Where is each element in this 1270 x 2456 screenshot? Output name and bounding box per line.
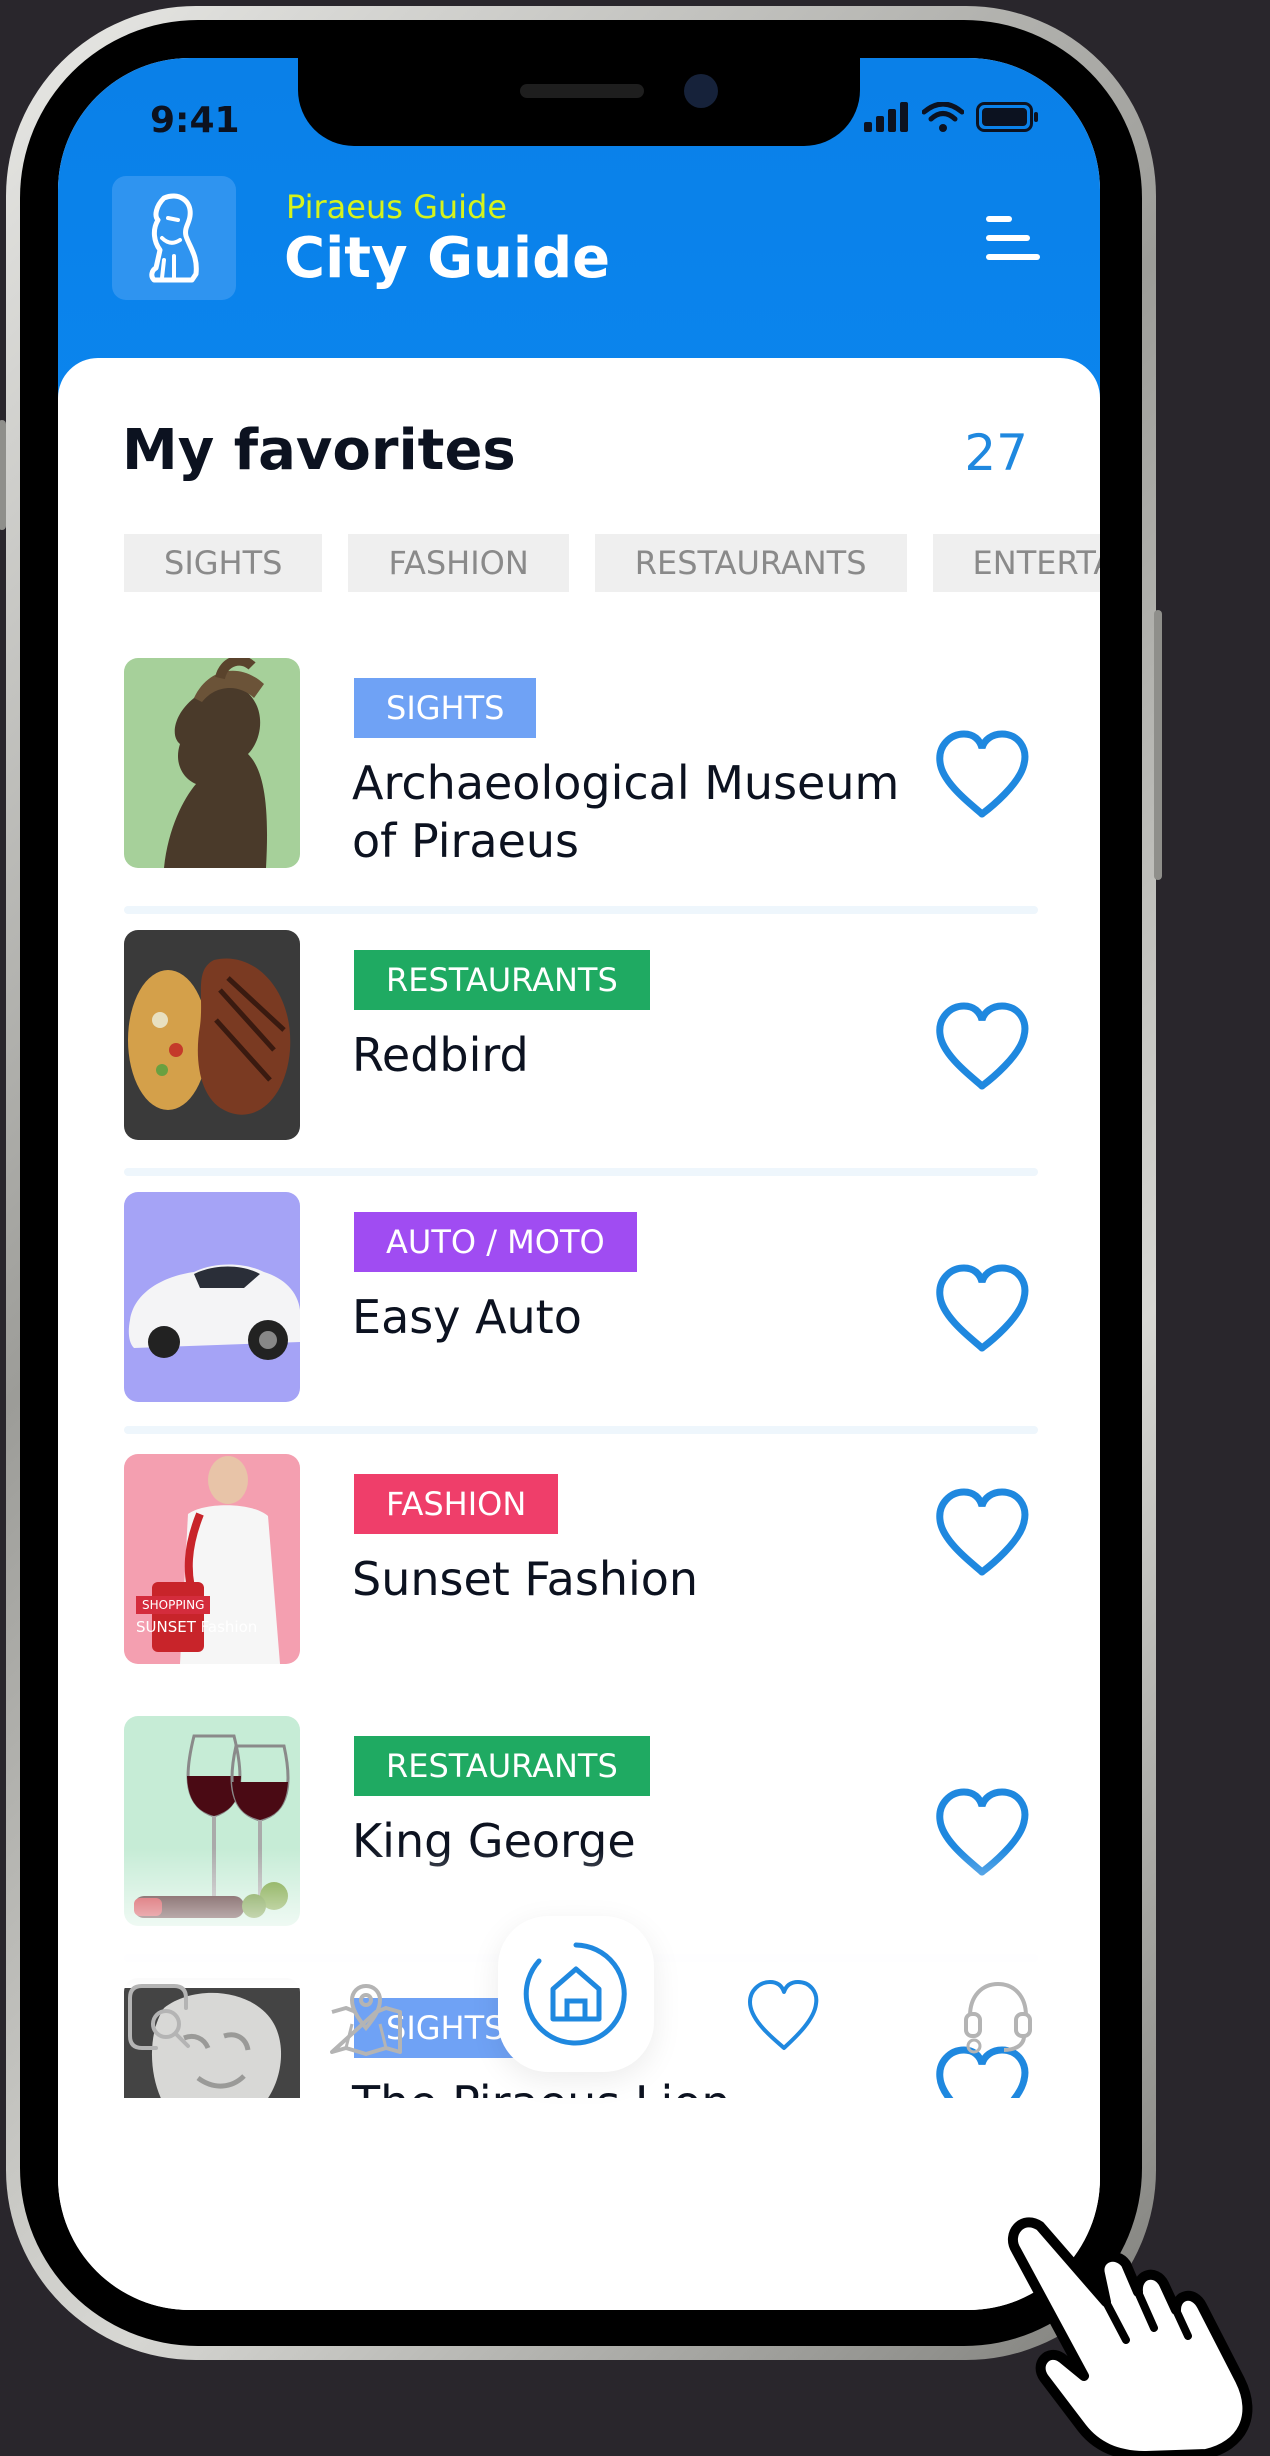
steak-image — [128, 958, 291, 1115]
item-thumbnail — [124, 930, 300, 1140]
list-item[interactable]: AUTO / MOTO Easy Auto — [58, 1192, 1100, 1434]
filter-chip-entertainment[interactable]: ENTERTA — [932, 534, 1100, 592]
heart-icon[interactable] — [932, 1260, 1032, 1360]
power-button — [1154, 610, 1162, 880]
list-item[interactable]: SHOPPING SUNSET Fashion FASHION Sunset F… — [58, 1454, 1100, 1694]
heart-icon[interactable] — [932, 998, 1032, 1098]
status-icons — [864, 102, 1040, 132]
notch-speaker — [520, 84, 644, 98]
status-time: 9:41 — [150, 100, 240, 141]
item-category-tag: SIGHTS — [354, 678, 537, 738]
bronze-bust-image — [164, 658, 268, 868]
filter-chip-restaurants[interactable]: RESTAURANTS — [594, 534, 907, 592]
item-category-tag: RESTAURANTS — [354, 1736, 650, 1796]
item-name: Sunset Fashion — [352, 1552, 699, 1606]
bottom-tab-bar — [58, 1916, 1100, 2158]
item-name: Easy Auto — [352, 1290, 582, 1344]
filter-chip-fashion[interactable]: FASHION — [348, 534, 569, 592]
lion-icon — [149, 193, 199, 283]
item-name: Archaeological Museum of Piraeus — [352, 756, 900, 868]
category-filters: SIGHTS FASHION RESTAURANTS ENTERTA — [124, 534, 1100, 592]
favorites-count: 27 — [964, 424, 1028, 482]
thumb-caption: SUNSET Fashion — [136, 1618, 258, 1636]
heart-icon[interactable] — [932, 726, 1032, 826]
favorites-sheet: My favorites 27 SIGHTS FASHION RESTAURANTS… — [58, 358, 1100, 2310]
heart-icon[interactable] — [744, 1976, 824, 2056]
battery-icon — [976, 102, 1038, 132]
item-divider — [124, 1168, 1038, 1176]
heart-icon[interactable] — [932, 1484, 1032, 1584]
app-kicker: Piraeus Guide — [286, 188, 508, 226]
car-image — [128, 1264, 300, 1360]
map-icon[interactable] — [326, 1978, 406, 2058]
front-camera — [684, 74, 718, 108]
list-item[interactable]: RESTAURANTS Redbird — [58, 930, 1100, 1176]
pointer-hand-icon — [1007, 2217, 1253, 2456]
item-category-tag: FASHION — [354, 1474, 559, 1534]
menu-icon[interactable] — [980, 208, 1040, 268]
page-title: My favorites — [122, 418, 516, 483]
item-name: Redbird — [352, 1028, 529, 1082]
item-thumbnail: SHOPPING SUNSET Fashion — [124, 1454, 300, 1664]
list-item[interactable]: SIGHTS Archaeological Museum of Piraeus — [58, 658, 1100, 928]
search-icon[interactable] — [122, 1978, 202, 2058]
signal-icon — [864, 102, 908, 132]
home-button[interactable] — [498, 1916, 654, 2072]
device-notch — [298, 58, 860, 146]
app-screen: 9:41 Piraeus Guide City Guide My favorit… — [58, 58, 1100, 2310]
home-icon — [523, 1942, 627, 2046]
item-category-tag: AUTO / MOTO — [354, 1212, 637, 1272]
app-title: City Guide — [284, 226, 611, 291]
item-thumbnail — [124, 1192, 300, 1402]
item-thumbnail — [124, 658, 300, 868]
item-divider — [124, 1426, 1038, 1434]
headset-icon[interactable] — [958, 1976, 1038, 2056]
item-category-tag: RESTAURANTS — [354, 950, 650, 1010]
item-divider — [124, 906, 1038, 914]
wifi-icon — [922, 102, 964, 132]
thumb-badge: SHOPPING — [136, 1596, 211, 1614]
volume-button-left — [0, 420, 6, 530]
app-logo — [112, 176, 236, 300]
filter-chip-sights[interactable]: SIGHTS — [124, 534, 323, 592]
